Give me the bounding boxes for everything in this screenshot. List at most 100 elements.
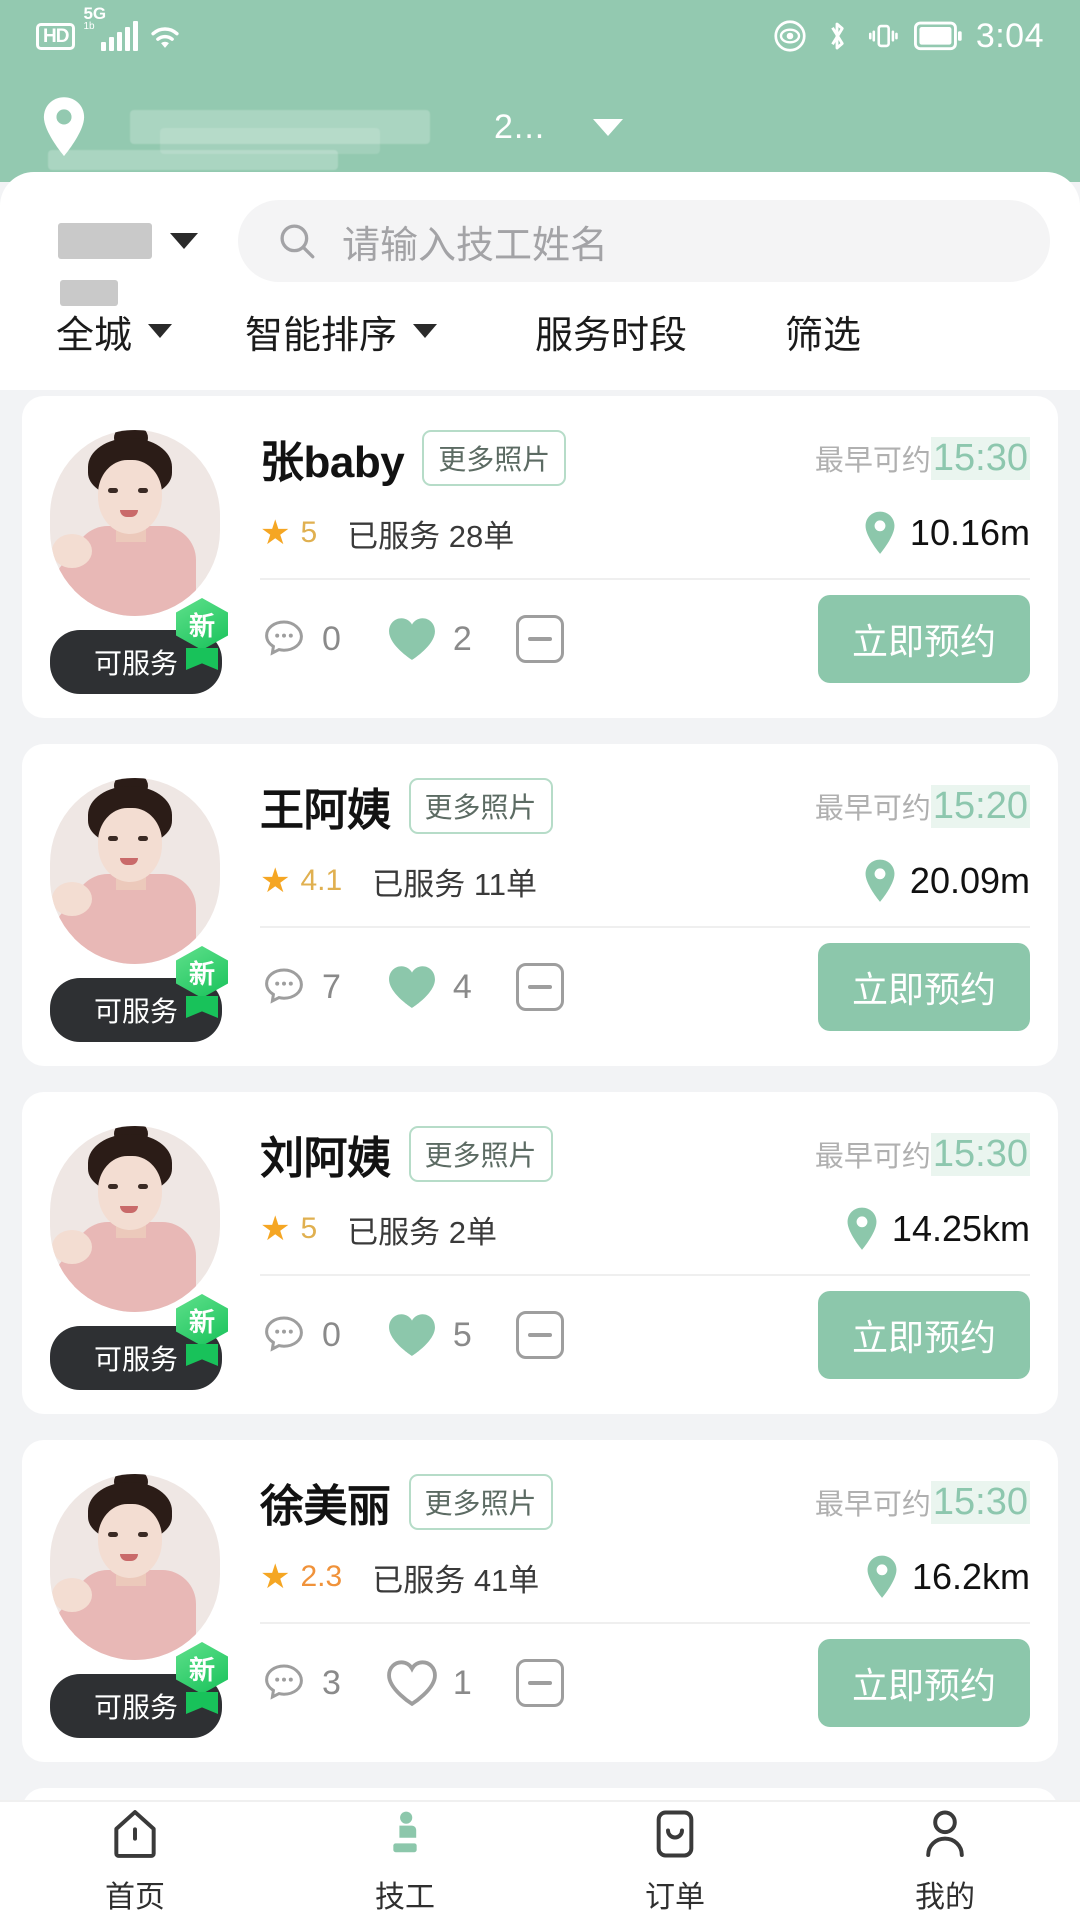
- more-photos-button[interactable]: 更多照片: [408, 1126, 553, 1182]
- card-minus-icon[interactable]: [515, 615, 564, 663]
- book-button[interactable]: 立即预约: [817, 595, 1030, 683]
- tab-profile[interactable]: 我的: [810, 1806, 1080, 1916]
- tab-technician[interactable]: 技工: [270, 1806, 540, 1916]
- technician-card[interactable]: 新 可服务 徐美丽 更多照片 最早可约 15:30 ★ 2.3 已服务 41单: [22, 1440, 1058, 1762]
- filter-service-time-label: 服务时段: [535, 314, 688, 357]
- technician-card[interactable]: 新 可服务 张baby 更多照片 最早可约 15:30 ★ 5 已服务 28单: [22, 396, 1058, 718]
- comment-stat[interactable]: 7: [260, 963, 341, 1011]
- book-button[interactable]: 立即预约: [817, 943, 1030, 1031]
- action-row: 7 4 立即预约: [260, 943, 1030, 1031]
- more-photos-button[interactable]: 更多照片: [408, 778, 553, 834]
- more-photos-button[interactable]: 更多照片: [422, 430, 567, 486]
- comment-count: 3: [322, 1663, 341, 1702]
- filter-city-label: 全城: [56, 314, 133, 357]
- distance: 16.2km: [862, 1554, 1030, 1600]
- filter-more[interactable]: 筛选: [785, 304, 861, 359]
- like-stat[interactable]: 4: [385, 962, 472, 1012]
- earliest-slot: 最早可约 15:30: [815, 1132, 1030, 1176]
- earliest-label: 最早可约: [814, 792, 931, 825]
- search-input[interactable]: 请输入技工姓名: [238, 200, 1050, 282]
- more-photos-button[interactable]: 更多照片: [408, 1474, 553, 1530]
- like-count: 4: [452, 967, 472, 1006]
- heart-outline-icon: [387, 1660, 437, 1707]
- heart-icon: [388, 618, 435, 660]
- like-stat[interactable]: 5: [385, 1310, 472, 1360]
- comment-icon: [265, 1664, 303, 1700]
- avatar[interactable]: [50, 1474, 220, 1660]
- bluetooth-icon: [831, 22, 844, 50]
- technician-card[interactable]: 新 刘老师 更多照片 ★ 5 已服务 0单: [22, 1788, 1058, 1800]
- card-minus-icon[interactable]: [515, 963, 564, 1011]
- earliest-time: 15:30: [930, 1132, 1030, 1176]
- filter-city[interactable]: 全城: [30, 279, 245, 359]
- star-icon: ★: [260, 514, 291, 552]
- distance-value: 16.2km: [911, 1556, 1030, 1597]
- distance-value: 10.16m: [909, 512, 1030, 553]
- new-badge: 新: [176, 1642, 232, 1714]
- filter-service-time[interactable]: 服务时段: [535, 304, 785, 359]
- home-icon: [114, 1810, 156, 1858]
- status-bar-right: 3:04: [772, 17, 1044, 56]
- distance-value: 20.09m: [909, 860, 1030, 901]
- avatar-column: 新 可服务: [50, 426, 236, 694]
- avatar-column: 新 可服务: [50, 1470, 236, 1738]
- card-minus-icon[interactable]: [515, 1311, 564, 1359]
- card-minus-icon[interactable]: [515, 1659, 564, 1707]
- chevron-down-icon[interactable]: [593, 118, 624, 136]
- battery-icon: [913, 21, 962, 51]
- filter-city-redacted: [60, 279, 118, 306]
- status-bar: HD 5G 1b 3:04: [0, 0, 1080, 72]
- avatar[interactable]: [50, 1126, 220, 1312]
- served-count: 已服务 2单: [347, 1214, 498, 1250]
- filter-sort[interactable]: 智能排序: [245, 304, 535, 359]
- signal-bars: [101, 21, 139, 51]
- location-pin-icon: [865, 859, 895, 902]
- location-suffix: 2...: [494, 107, 546, 146]
- technician-card[interactable]: 新 可服务 王阿姨 更多照片 最早可约 15:20 ★ 4.1 已服务 11单: [22, 744, 1058, 1066]
- comment-count: 0: [322, 1315, 341, 1354]
- rating-value: 5: [300, 1212, 318, 1245]
- chevron-down-icon: [148, 324, 173, 338]
- info-column: 刘阿姨 更多照片 最早可约 15:30 ★ 5 已服务 2单 14.25km 0…: [260, 1122, 1030, 1390]
- action-row: 0 2 立即预约: [260, 595, 1030, 683]
- comment-stat[interactable]: 0: [260, 1311, 341, 1359]
- served-count: 已服务 11单: [372, 866, 537, 902]
- new-badge: 新: [176, 946, 232, 1018]
- info-column: 张baby 更多照片 最早可约 15:30 ★ 5 已服务 28单 10.16m…: [260, 426, 1030, 694]
- rating-value: 5: [300, 516, 318, 549]
- location-bar[interactable]: 2...: [0, 72, 1080, 182]
- chevron-down-icon: [170, 233, 198, 249]
- avatar[interactable]: [50, 430, 220, 616]
- book-button[interactable]: 立即预约: [817, 1639, 1030, 1727]
- location-pin-icon: [865, 511, 895, 554]
- like-stat[interactable]: 1: [385, 1658, 472, 1708]
- served-count: 已服务 41单: [372, 1562, 540, 1598]
- new-badge: 新: [176, 598, 232, 670]
- technician-name: 刘阿姨: [260, 1134, 391, 1183]
- info-column: 徐美丽 更多照片 最早可约 15:30 ★ 2.3 已服务 41单 16.2km…: [260, 1470, 1030, 1738]
- comment-stat[interactable]: 0: [260, 615, 341, 663]
- signal-icon: 5G 1b: [83, 5, 139, 51]
- distance: 10.16m: [860, 510, 1030, 556]
- filter-sort-label: 智能排序: [245, 314, 398, 357]
- divider: [260, 926, 1030, 928]
- tab-orders-label: 订单: [645, 1881, 705, 1914]
- book-button[interactable]: 立即预约: [817, 1291, 1030, 1379]
- distance: 20.09m: [860, 858, 1030, 904]
- stats-row: ★ 4.1 已服务 11单 20.09m: [260, 858, 1030, 904]
- like-stat[interactable]: 2: [385, 614, 472, 664]
- city-selector[interactable]: [30, 223, 198, 259]
- action-row: 3 1 立即预约: [260, 1639, 1030, 1727]
- divider: [260, 578, 1030, 580]
- avatar-column: 新 可服务: [50, 1122, 236, 1390]
- technician-list[interactable]: 新 可服务 张baby 更多照片 最早可约 15:30 ★ 5 已服务 28单: [0, 396, 1080, 1800]
- avatar[interactable]: [50, 778, 220, 964]
- tab-home[interactable]: 首页: [0, 1806, 270, 1916]
- technician-card[interactable]: 新 可服务 刘阿姨 更多照片 最早可约 15:30 ★ 5 已服务 2单 14.…: [22, 1092, 1058, 1414]
- like-count: 5: [452, 1315, 472, 1354]
- name-row: 王阿姨 更多照片 最早可约 15:20: [260, 774, 1030, 838]
- earliest-label: 最早可约: [814, 1488, 931, 1521]
- earliest-time: 15:30: [930, 436, 1030, 480]
- comment-stat[interactable]: 3: [260, 1659, 341, 1707]
- tab-orders[interactable]: 订单: [540, 1806, 810, 1916]
